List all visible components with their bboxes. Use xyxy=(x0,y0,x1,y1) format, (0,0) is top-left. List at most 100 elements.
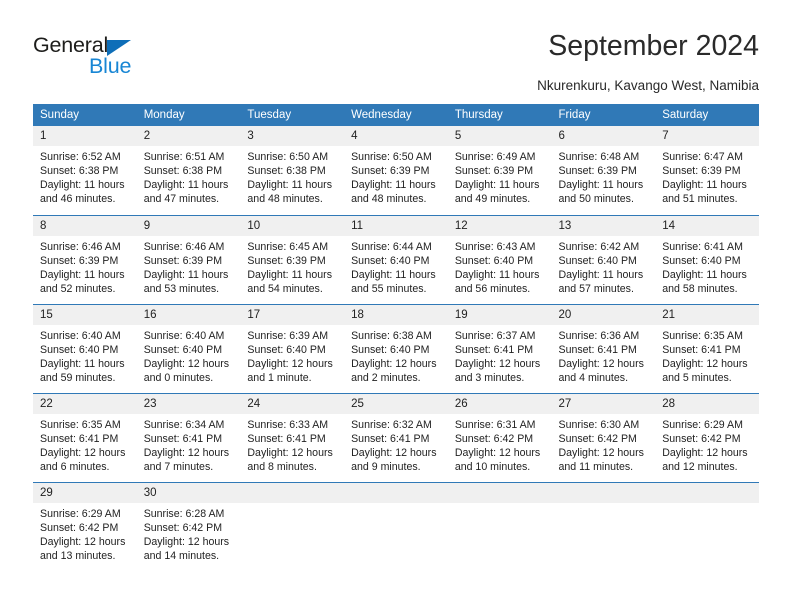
day-number: 11 xyxy=(344,215,448,236)
daylight-text: Daylight: 11 hours and 48 minutes. xyxy=(247,179,333,206)
daylight-text: Daylight: 11 hours and 46 minutes. xyxy=(40,179,125,206)
weekday-header-monday: Monday xyxy=(136,104,241,126)
day-details: Sunrise: 6:29 AM Sunset: 6:42 PM Dayligh… xyxy=(33,503,137,563)
calendar-day-cell[interactable]: 28 Sunrise: 6:29 AM Sunset: 6:42 PM Dayl… xyxy=(655,392,759,482)
sunrise-text: Sunrise: 6:49 AM xyxy=(454,151,536,163)
calendar-day-cell[interactable]: 2 Sunrise: 6:51 AM Sunset: 6:38 PM Dayli… xyxy=(136,126,241,215)
daylight-text: Daylight: 12 hours and 9 minutes. xyxy=(351,446,437,473)
calendar-day-cell[interactable]: 20 Sunrise: 6:36 AM Sunset: 6:41 PM Dayl… xyxy=(551,303,656,393)
day-details: Sunrise: 6:40 AM Sunset: 6:40 PM Dayligh… xyxy=(33,325,137,385)
calendar-day-cell[interactable]: 10 Sunrise: 6:45 AM Sunset: 6:39 PM Dayl… xyxy=(240,214,345,304)
day-details: Sunrise: 6:34 AM Sunset: 6:41 PM Dayligh… xyxy=(137,414,241,474)
calendar-day-cell[interactable]: 23 Sunrise: 6:34 AM Sunset: 6:41 PM Dayl… xyxy=(136,392,241,482)
calendar-day-cell[interactable]: 21 Sunrise: 6:35 AM Sunset: 6:41 PM Dayl… xyxy=(655,303,759,393)
calendar-day-cell[interactable]: 9 Sunrise: 6:46 AM Sunset: 6:39 PM Dayli… xyxy=(136,214,241,304)
calendar-day-cell[interactable]: 17 Sunrise: 6:39 AM Sunset: 6:40 PM Dayl… xyxy=(240,303,345,393)
sunset-text: Sunset: 6:38 PM xyxy=(40,165,119,178)
sunset-text: Sunset: 6:42 PM xyxy=(143,521,223,534)
day-details: Sunrise: 6:50 AM Sunset: 6:38 PM Dayligh… xyxy=(240,146,344,206)
day-number xyxy=(551,482,656,503)
calendar-day-cell[interactable]: 25 Sunrise: 6:32 AM Sunset: 6:41 PM Dayl… xyxy=(344,392,448,482)
calendar-day-cell[interactable]: 26 Sunrise: 6:31 AM Sunset: 6:42 PM Dayl… xyxy=(447,392,552,482)
daylight-text: Daylight: 11 hours and 48 minutes. xyxy=(351,179,436,206)
day-details: Sunrise: 6:30 AM Sunset: 6:42 PM Dayligh… xyxy=(552,414,656,474)
daylight-text: Daylight: 11 hours and 59 minutes. xyxy=(40,357,125,384)
sunset-text: Sunset: 6:40 PM xyxy=(454,254,534,267)
sunrise-text: Sunrise: 6:52 AM xyxy=(40,151,121,163)
day-number: 29 xyxy=(33,482,137,503)
calendar-week-row: 29 Sunrise: 6:29 AM Sunset: 6:42 PM Dayl… xyxy=(33,481,759,569)
day-details: Sunrise: 6:41 AM Sunset: 6:40 PM Dayligh… xyxy=(655,236,759,296)
calendar-day-cell[interactable]: 6 Sunrise: 6:48 AM Sunset: 6:39 PM Dayli… xyxy=(551,126,656,215)
calendar-day-cell[interactable]: 15 Sunrise: 6:40 AM Sunset: 6:40 PM Dayl… xyxy=(33,303,137,393)
day-details: Sunrise: 6:33 AM Sunset: 6:41 PM Dayligh… xyxy=(240,414,344,474)
day-details: Sunrise: 6:42 AM Sunset: 6:40 PM Dayligh… xyxy=(552,236,656,296)
sunset-text: Sunset: 6:41 PM xyxy=(454,343,534,356)
sunset-text: Sunset: 6:39 PM xyxy=(662,165,741,178)
calendar-day-cell[interactable]: 7 Sunrise: 6:47 AM Sunset: 6:39 PM Dayli… xyxy=(655,126,759,215)
calendar-week-row: 15 Sunrise: 6:40 AM Sunset: 6:40 PM Dayl… xyxy=(33,303,759,393)
daylight-text: Daylight: 12 hours and 5 minutes. xyxy=(662,357,748,384)
sunrise-text: Sunrise: 6:40 AM xyxy=(143,329,225,342)
logo-text-blue: Blue xyxy=(89,54,132,78)
sunrise-text: Sunrise: 6:43 AM xyxy=(454,240,536,253)
calendar-day-cell[interactable]: 22 Sunrise: 6:35 AM Sunset: 6:41 PM Dayl… xyxy=(33,392,137,482)
daylight-text: Daylight: 12 hours and 1 minute. xyxy=(247,357,333,384)
day-number: 15 xyxy=(33,304,137,325)
calendar-day-cell[interactable]: 5 Sunrise: 6:49 AM Sunset: 6:39 PM Dayli… xyxy=(447,126,552,215)
day-number: 9 xyxy=(136,215,241,236)
day-details: Sunrise: 6:37 AM Sunset: 6:41 PM Dayligh… xyxy=(448,325,552,385)
daylight-text: Daylight: 12 hours and 14 minutes. xyxy=(143,535,230,562)
day-number: 4 xyxy=(344,126,448,146)
sunrise-text: Sunrise: 6:29 AM xyxy=(40,507,121,520)
calendar-day-cell[interactable]: 27 Sunrise: 6:30 AM Sunset: 6:42 PM Dayl… xyxy=(551,392,656,482)
calendar-day-cell[interactable]: 29 Sunrise: 6:29 AM Sunset: 6:42 PM Dayl… xyxy=(33,481,137,569)
calendar-day-cell[interactable]: 19 Sunrise: 6:37 AM Sunset: 6:41 PM Dayl… xyxy=(447,303,552,393)
calendar-page: General Blue September 2024 Nkurenkuru, … xyxy=(0,0,792,612)
calendar-day-cell[interactable]: 14 Sunrise: 6:41 AM Sunset: 6:40 PM Dayl… xyxy=(655,214,759,304)
calendar-day-cell[interactable]: 8 Sunrise: 6:46 AM Sunset: 6:39 PM Dayli… xyxy=(33,214,137,304)
calendar-day-cell[interactable]: 30 Sunrise: 6:28 AM Sunset: 6:42 PM Dayl… xyxy=(136,481,241,569)
sunset-text: Sunset: 6:40 PM xyxy=(662,254,741,267)
sunrise-text: Sunrise: 6:31 AM xyxy=(454,418,536,431)
daylight-text: Daylight: 11 hours and 53 minutes. xyxy=(143,268,229,295)
sunset-text: Sunset: 6:41 PM xyxy=(40,432,119,445)
sunset-text: Sunset: 6:38 PM xyxy=(247,165,326,178)
day-number: 13 xyxy=(551,215,656,236)
calendar-day-cell-empty xyxy=(240,481,345,569)
sunrise-text: Sunrise: 6:41 AM xyxy=(662,240,743,253)
calendar-day-cell-empty xyxy=(551,481,656,569)
weekday-header-tuesday: Tuesday xyxy=(240,104,345,126)
day-number: 14 xyxy=(655,215,759,236)
sunset-text: Sunset: 6:40 PM xyxy=(351,254,430,267)
day-number: 27 xyxy=(551,393,656,414)
day-details: Sunrise: 6:51 AM Sunset: 6:38 PM Dayligh… xyxy=(137,146,241,206)
sunrise-text: Sunrise: 6:50 AM xyxy=(351,151,432,163)
calendar-day-cell[interactable]: 16 Sunrise: 6:40 AM Sunset: 6:40 PM Dayl… xyxy=(136,303,241,393)
calendar-day-cell[interactable]: 12 Sunrise: 6:43 AM Sunset: 6:40 PM Dayl… xyxy=(447,214,552,304)
sunrise-text: Sunrise: 6:42 AM xyxy=(558,240,640,253)
day-number xyxy=(655,482,759,503)
sunset-text: Sunset: 6:39 PM xyxy=(558,165,637,178)
day-details: Sunrise: 6:49 AM Sunset: 6:39 PM Dayligh… xyxy=(448,146,552,206)
calendar-day-cell[interactable]: 13 Sunrise: 6:42 AM Sunset: 6:40 PM Dayl… xyxy=(551,214,656,304)
day-number: 2 xyxy=(136,126,241,146)
sunset-text: Sunset: 6:40 PM xyxy=(40,343,119,356)
sunrise-text: Sunrise: 6:32 AM xyxy=(351,418,432,431)
calendar-day-cell[interactable]: 18 Sunrise: 6:38 AM Sunset: 6:40 PM Dayl… xyxy=(344,303,448,393)
sunset-text: Sunset: 6:42 PM xyxy=(40,521,119,534)
sunset-text: Sunset: 6:40 PM xyxy=(558,254,637,267)
sunrise-text: Sunrise: 6:44 AM xyxy=(351,240,432,253)
calendar-day-cell[interactable]: 1 Sunrise: 6:52 AM Sunset: 6:38 PM Dayli… xyxy=(33,126,137,215)
calendar-day-cell[interactable]: 3 Sunrise: 6:50 AM Sunset: 6:38 PM Dayli… xyxy=(240,126,345,215)
calendar-day-cell[interactable]: 24 Sunrise: 6:33 AM Sunset: 6:41 PM Dayl… xyxy=(240,392,345,482)
sunrise-text: Sunrise: 6:35 AM xyxy=(40,418,121,431)
sunrise-text: Sunrise: 6:40 AM xyxy=(40,329,121,342)
day-number xyxy=(344,482,448,503)
day-number: 23 xyxy=(136,393,241,414)
calendar-day-cell[interactable]: 4 Sunrise: 6:50 AM Sunset: 6:39 PM Dayli… xyxy=(344,126,448,215)
sunset-text: Sunset: 6:39 PM xyxy=(143,254,223,267)
sunrise-text: Sunrise: 6:39 AM xyxy=(247,329,329,342)
calendar-day-cell[interactable]: 11 Sunrise: 6:44 AM Sunset: 6:40 PM Dayl… xyxy=(344,214,448,304)
sunrise-text: Sunrise: 6:29 AM xyxy=(662,418,743,431)
